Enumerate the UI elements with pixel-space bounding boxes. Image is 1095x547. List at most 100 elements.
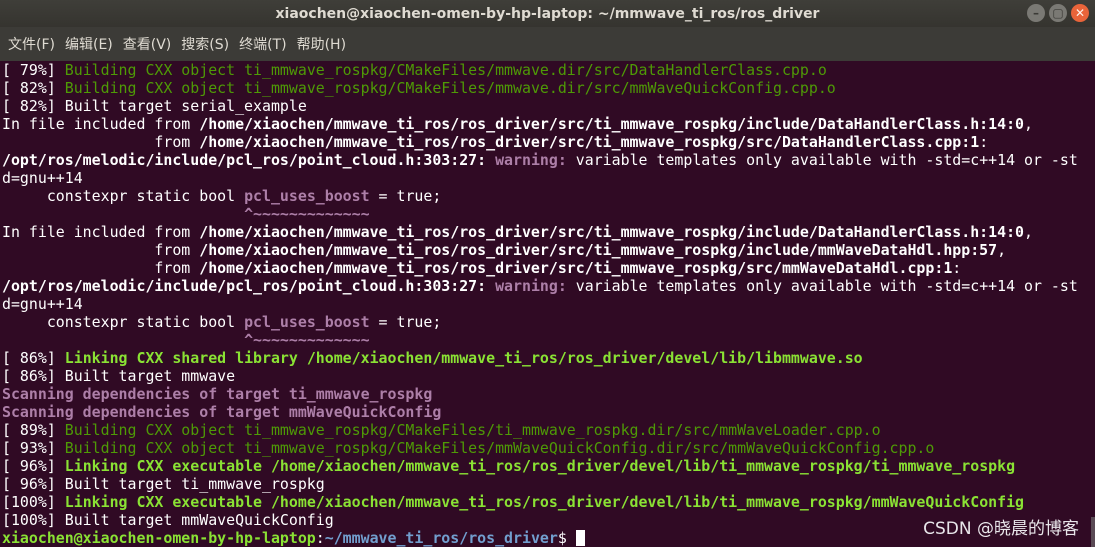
terminal-text-segment: [ 86%] Built target mmwave — [2, 367, 236, 385]
menu-bar: 文件(F) 编辑(E) 查看(V) 搜索(S) 终端(T) 帮助(H) — [0, 27, 1095, 61]
terminal-text-segment: [ 82%] Built target serial_example — [2, 97, 307, 115]
terminal-text-segment: : — [952, 259, 962, 277]
terminal-line: d=gnu++14 — [2, 169, 1095, 187]
terminal-line: from /home/xiaochen/mmwave_ti_ros/ros_dr… — [2, 259, 1095, 277]
terminal-text-segment: /home/xiaochen/mmwave_ti_ros/ros_driver/… — [199, 223, 1025, 241]
prompt-symbol: $ — [557, 529, 576, 547]
terminal-line: In file included from /home/xiaochen/mmw… — [2, 115, 1095, 133]
terminal-text-segment: /opt/ros/melodic/include/pcl_ros/point_c… — [2, 151, 487, 169]
terminal-text-segment: [ 79%] — [2, 61, 65, 79]
terminal-text-segment: Linking CXX shared library /home/xiaoche… — [64, 349, 863, 367]
terminal-text-segment: Linking CXX executable /home/xiaochen/mm… — [64, 493, 1025, 511]
menu-terminal[interactable]: 终端(T) — [235, 34, 291, 54]
terminal-text-segment: Building CXX object ti_mmwave_rospkg/CMa… — [64, 79, 836, 97]
window-title: xiaochen@xiaochen-omen-by-hp-laptop: ~/m… — [275, 5, 820, 22]
terminal-text-segment: [ 89%] — [2, 421, 65, 439]
scrollbar[interactable] — [1091, 517, 1095, 547]
prompt-separator: : — [315, 529, 325, 547]
output-lines: [ 79%] Building CXX object ti_mmwave_ros… — [2, 61, 1095, 529]
terminal-text-segment: [ 93%] — [2, 439, 65, 457]
terminal-text-segment: , — [1024, 223, 1033, 241]
csdn-watermark: CSDN @晓晨的博客 — [923, 519, 1079, 539]
terminal-line: ^~~~~~~~~~~~~~ — [2, 331, 1095, 349]
terminal-line: [ 82%] Built target serial_example — [2, 97, 1095, 115]
terminal-text-segment: ^~~~~~~~~~~~~~ — [244, 331, 370, 349]
terminal-text-segment: from — [2, 259, 200, 277]
terminal-text-segment: d=gnu++14 — [2, 295, 83, 313]
menu-file[interactable]: 文件(F) — [4, 34, 60, 54]
terminal-line: [ 86%] Built target mmwave — [2, 367, 1095, 385]
terminal-text-segment: [ 96%] — [2, 457, 65, 475]
terminal-line: d=gnu++14 — [2, 295, 1095, 313]
terminal-output[interactable]: [ 79%] Building CXX object ti_mmwave_ros… — [0, 61, 1095, 547]
terminal-text-segment: Linking CXX executable /home/xiaochen/mm… — [64, 457, 1016, 475]
terminal-line: constexpr static bool pcl_uses_boost = t… — [2, 187, 1095, 205]
terminal-line: In file included from /home/xiaochen/mmw… — [2, 223, 1095, 241]
terminal-text-segment: [ 82%] — [2, 79, 65, 97]
prompt-user-host: xiaochen@xiaochen-omen-by-hp-laptop — [2, 529, 316, 547]
terminal-text-segment: /home/xiaochen/mmwave_ti_ros/ros_driver/… — [199, 115, 1025, 133]
terminal-text-segment: from — [2, 241, 200, 259]
terminal-text-segment: constexpr static bool — [2, 313, 245, 331]
terminal-text-segment: , — [1024, 115, 1033, 133]
terminal-text-segment: /home/xiaochen/mmwave_ti_ros/ros_driver/… — [199, 259, 953, 277]
terminal-line: [ 96%] Built target ti_mmwave_rospkg — [2, 475, 1095, 493]
minimize-button[interactable]: – — [1027, 4, 1045, 22]
terminal-text-segment: Building CXX object ti_mmwave_rospkg/CMa… — [64, 439, 935, 457]
terminal-line: [ 82%] Building CXX object ti_mmwave_ros… — [2, 79, 1095, 97]
terminal-text-segment: = true; — [369, 187, 442, 205]
terminal-text-segment: variable templates only available with -… — [566, 151, 1078, 169]
terminal-text-segment: , — [997, 241, 1007, 259]
menu-help[interactable]: 帮助(H) — [293, 34, 351, 54]
terminal-text-segment: [100%] Built target mmWaveQuickConfig — [2, 511, 334, 529]
terminal-line: /opt/ros/melodic/include/pcl_ros/point_c… — [2, 151, 1095, 169]
terminal-line: from /home/xiaochen/mmwave_ti_ros/ros_dr… — [2, 241, 1095, 259]
terminal-line: [ 89%] Building CXX object ti_mmwave_ros… — [2, 421, 1095, 439]
terminal-text-segment: ^~~~~~~~~~~~~~ — [244, 205, 370, 223]
terminal-line: [100%] Linking CXX executable /home/xiao… — [2, 493, 1095, 511]
terminal-line: [ 93%] Building CXX object ti_mmwave_ros… — [2, 439, 1095, 457]
terminal-text-segment: constexpr static bool — [2, 187, 245, 205]
terminal-text-segment: [ 96%] Built target ti_mmwave_rospkg — [2, 475, 325, 493]
window-controls: – ▢ ✕ — [1027, 4, 1089, 22]
terminal-text-segment: pcl_uses_boost — [244, 187, 370, 205]
terminal-text-segment: pcl_uses_boost — [244, 313, 370, 331]
terminal-line: /opt/ros/melodic/include/pcl_ros/point_c… — [2, 277, 1095, 295]
terminal-text-segment: Building CXX object ti_mmwave_rospkg/CMa… — [64, 421, 881, 439]
terminal-text-segment: Scanning dependencies of target mmWaveQu… — [2, 403, 442, 421]
prompt-path: ~/mmwave_ti_ros/ros_driver — [324, 529, 558, 547]
terminal-line: from /home/xiaochen/mmwave_ti_ros/ros_dr… — [2, 133, 1095, 151]
menu-search[interactable]: 搜索(S) — [177, 34, 234, 54]
menu-view[interactable]: 查看(V) — [119, 34, 177, 54]
terminal-text-segment: Scanning dependencies of target ti_mmwav… — [2, 385, 433, 403]
terminal-text-segment: d=gnu++14 — [2, 169, 83, 187]
terminal-text-segment: In file included from — [2, 223, 200, 241]
terminal-text-segment: /opt/ros/melodic/include/pcl_ros/point_c… — [2, 277, 487, 295]
terminal-line: constexpr static bool pcl_uses_boost = t… — [2, 313, 1095, 331]
terminal-text-segment: /home/xiaochen/mmwave_ti_ros/ros_driver/… — [199, 133, 980, 151]
terminal-line: [ 86%] Linking CXX shared library /home/… — [2, 349, 1095, 367]
text-cursor — [575, 530, 585, 546]
maximize-button[interactable]: ▢ — [1049, 4, 1067, 22]
terminal-line: [ 96%] Linking CXX executable /home/xiao… — [2, 457, 1095, 475]
terminal-line: ^~~~~~~~~~~~~~ — [2, 205, 1095, 223]
terminal-text-segment: variable templates only available with -… — [566, 277, 1078, 295]
terminal-text-segment: = true; — [369, 313, 442, 331]
terminal-text-segment: from — [2, 133, 200, 151]
close-button[interactable]: ✕ — [1071, 4, 1089, 22]
terminal-text-segment: warning: — [495, 151, 567, 169]
terminal-line: Scanning dependencies of target ti_mmwav… — [2, 385, 1095, 403]
title-bar[interactable]: xiaochen@xiaochen-omen-by-hp-laptop: ~/m… — [0, 0, 1095, 27]
terminal-line: [ 79%] Building CXX object ti_mmwave_ros… — [2, 61, 1095, 79]
terminal-text-segment: /home/xiaochen/mmwave_ti_ros/ros_driver/… — [199, 241, 998, 259]
terminal-window: xiaochen@xiaochen-omen-by-hp-laptop: ~/m… — [0, 0, 1095, 547]
terminal-text-segment: [ 86%] — [2, 349, 65, 367]
terminal-text-segment: warning: — [495, 277, 567, 295]
terminal-text-segment: [100%] — [2, 493, 65, 511]
terminal-text-segment: Building CXX object ti_mmwave_rospkg/CMa… — [64, 61, 827, 79]
menu-edit[interactable]: 编辑(E) — [61, 34, 118, 54]
